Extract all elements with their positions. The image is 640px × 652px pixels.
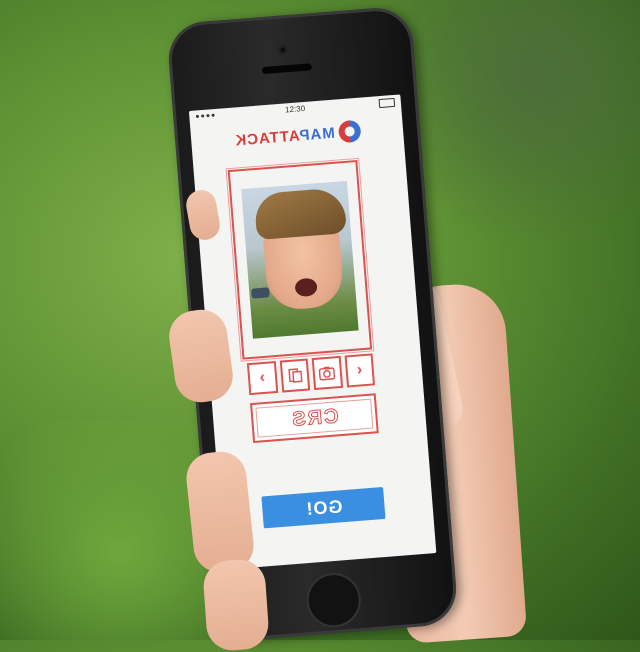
logo-text: MAPATTACK [233,124,336,150]
hand-finger-ring [201,557,271,652]
take-photo-button[interactable] [311,355,343,391]
camera-icon [319,366,336,381]
initials-field[interactable]: CRS [250,393,379,444]
avatar-frame [227,159,373,360]
photo-car [251,287,270,299]
chevron-right-icon: › [356,361,363,379]
status-time: 12:30 [284,103,306,115]
initials-value: CRS [289,404,340,431]
front-camera [278,45,288,55]
app-logo: MAPATTACK [233,119,362,152]
next-button[interactable]: › [344,353,376,388]
chevron-left-icon: ‹ [258,368,266,387]
go-button[interactable]: GO! [261,486,386,529]
go-button-label: GO! [304,495,343,519]
photo-hair [253,187,347,241]
logo-icon [337,119,362,144]
switch-camera-button[interactable] [279,358,311,393]
avatar-photo[interactable] [241,180,359,339]
home-button[interactable] [304,571,363,630]
earpiece-speaker [261,63,313,75]
camera-flip-icon [288,368,303,383]
battery-icon [378,97,396,109]
prev-button[interactable]: ‹ [246,361,278,396]
